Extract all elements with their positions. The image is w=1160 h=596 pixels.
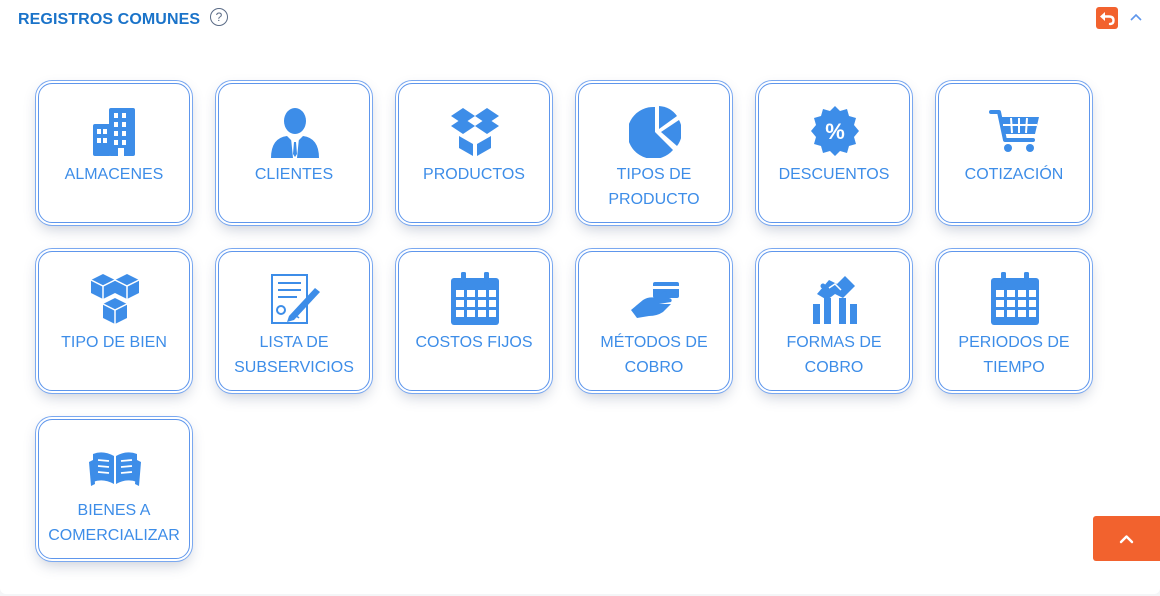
tile-almacenes[interactable]: ALMACENES bbox=[38, 83, 190, 223]
tile-label: COTIZACIÓN bbox=[964, 166, 1064, 183]
tile-clientes[interactable]: CLIENTES bbox=[218, 83, 370, 223]
buildings-icon bbox=[89, 104, 141, 158]
tile-descuentos[interactable]: % DESCUENTOS bbox=[758, 83, 910, 223]
hand-card-icon bbox=[629, 272, 681, 326]
collapse-chevron-icon[interactable] bbox=[1128, 10, 1144, 24]
calendar-icon bbox=[989, 272, 1041, 326]
open-book-icon bbox=[89, 440, 141, 494]
tile-label: TIPO DE BIEN bbox=[61, 334, 167, 351]
shopping-cart-icon bbox=[989, 104, 1041, 158]
tile-metodos-de-cobro[interactable]: MÉTODOS DE COBRO bbox=[578, 251, 730, 391]
tile-bienes-a-comercializar[interactable]: BIENES A COMERCIALIZAR bbox=[38, 419, 190, 559]
help-icon[interactable]: ? bbox=[210, 8, 228, 26]
undo-arrow-icon bbox=[1100, 12, 1115, 26]
tile-tipo-de-bien[interactable]: TIPO DE BIEN bbox=[38, 251, 190, 391]
user-tie-icon bbox=[269, 104, 321, 158]
tile-label: MÉTODOS DE COBRO bbox=[600, 334, 708, 376]
cubes-icon bbox=[89, 272, 141, 326]
scroll-to-top-button[interactable] bbox=[1093, 516, 1160, 561]
panel-title: REGISTROS COMUNES bbox=[18, 11, 201, 28]
common-records-panel: REGISTROS COMUNES ? ALMACENES CLIENTES P… bbox=[0, 0, 1160, 594]
tile-label: DESCUENTOS bbox=[778, 166, 890, 183]
tile-lista-de-subservicios[interactable]: LISTA DE SUBSERVICIOS bbox=[218, 251, 370, 391]
tile-label: FORMAS DE COBRO bbox=[786, 334, 882, 376]
calendar-icon bbox=[449, 272, 501, 326]
back-button[interactable] bbox=[1096, 7, 1118, 29]
chevron-up-icon bbox=[1119, 535, 1134, 544]
tile-periodos-de-tiempo[interactable]: PERIODOS DE TIEMPO bbox=[938, 251, 1090, 391]
tile-label: BIENES A COMERCIALIZAR bbox=[48, 502, 180, 544]
tile-label: LISTA DE SUBSERVICIOS bbox=[234, 334, 354, 376]
tile-formas-de-cobro[interactable]: FORMAS DE COBRO bbox=[758, 251, 910, 391]
tile-label: PERIODOS DE TIEMPO bbox=[958, 334, 1070, 376]
tile-label: TIPOS DE PRODUCTO bbox=[608, 166, 700, 208]
tile-label: ALMACENES bbox=[64, 166, 164, 183]
tile-label: CLIENTES bbox=[254, 166, 334, 183]
tile-costos-fijos[interactable]: COSTOS FIJOS bbox=[398, 251, 550, 391]
document-pen-icon bbox=[269, 272, 321, 326]
pie-chart-icon bbox=[629, 104, 681, 158]
tile-label: COSTOS FIJOS bbox=[415, 334, 533, 351]
box-icon bbox=[449, 104, 501, 158]
svg-text:%: % bbox=[825, 119, 845, 144]
handshake-chart-icon bbox=[809, 272, 861, 326]
percent-badge-icon: % bbox=[809, 104, 861, 158]
tile-cotizacion[interactable]: COTIZACIÓN bbox=[938, 83, 1090, 223]
tile-tipos-de-producto[interactable]: TIPOS DE PRODUCTO bbox=[578, 83, 730, 223]
tile-label: PRODUCTOS bbox=[423, 166, 525, 183]
tile-productos[interactable]: PRODUCTOS bbox=[398, 83, 550, 223]
